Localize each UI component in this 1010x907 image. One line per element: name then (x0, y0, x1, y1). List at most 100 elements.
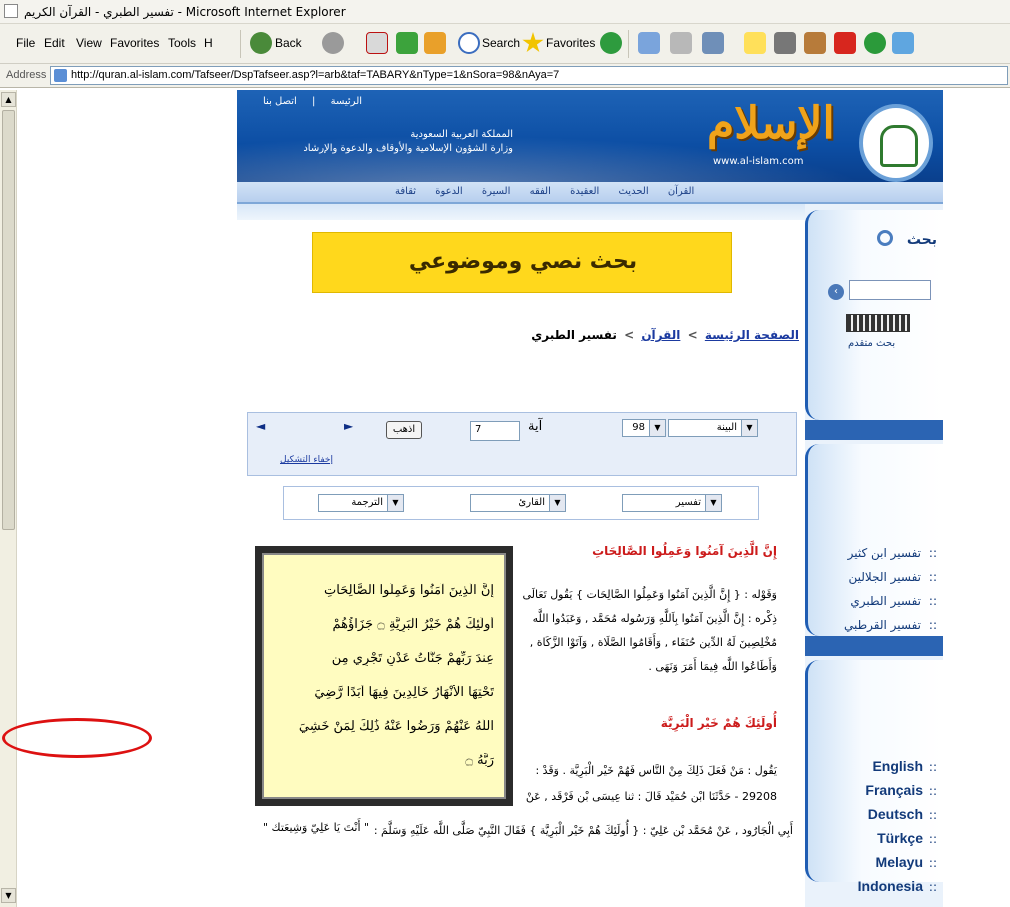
nav-dawa[interactable]: الدعوة (435, 186, 462, 197)
tafsir-ibn-kathir-link[interactable]: تفسير ابن كثير (848, 546, 921, 560)
breadcrumb-quran[interactable]: القرآن (641, 328, 680, 342)
notes-icon[interactable] (744, 32, 766, 54)
menu-file[interactable]: File (16, 36, 35, 50)
stop-icon[interactable] (366, 32, 388, 54)
reciter-select[interactable]: القارئ ▼ (470, 494, 566, 512)
site-logo-url: www.al-islam.com (713, 156, 804, 167)
download-icon[interactable] (834, 32, 856, 54)
scroll-up-arrow-icon[interactable]: ▲ (1, 92, 16, 107)
home-icon[interactable] (424, 32, 446, 54)
nav-quran[interactable]: القرآن (668, 186, 695, 197)
reciter-value: القارئ (518, 497, 545, 508)
messenger-icon[interactable] (864, 32, 886, 54)
chevron-down-icon[interactable]: ▼ (387, 495, 403, 511)
sura-number-select[interactable]: 98 ▼ (622, 419, 666, 437)
tafsir-qurtubi-link[interactable]: تفسير القرطبي (844, 618, 921, 632)
back-button-label[interactable]: Back (275, 36, 302, 50)
keyboard-icon[interactable] (846, 314, 910, 332)
vertical-scrollbar[interactable]: ▲ ▼ (0, 90, 17, 907)
lang-turkish-link[interactable]: Türkçe (877, 830, 923, 846)
lang-english-link[interactable]: English (872, 758, 923, 774)
breadcrumb-home[interactable]: الصفحة الرئيسة (705, 328, 799, 342)
sidebar-gap (805, 420, 943, 440)
ministry-line-2: وزارة الشؤون الإسلامية والأوقاف والدعوة … (303, 143, 513, 154)
menu-view[interactable]: View (76, 36, 102, 50)
address-url[interactable]: http://quran.al-islam.com/Tafseer/DspTaf… (71, 69, 559, 81)
nav-hadith[interactable]: الحديث (618, 186, 648, 197)
ministry-name: المملكة العربية السعودية وزارة الشؤون ال… (253, 128, 513, 156)
edit-icon[interactable] (702, 32, 724, 54)
chevron-down-icon[interactable]: ▼ (705, 495, 721, 511)
toplink-separator: | (312, 96, 316, 107)
lang-indonesian-link[interactable]: Indonesia (858, 878, 923, 894)
quran-line: إِنَّ الَّذِينَ آمَنُوا وَعَمِلُوا الصَّ… (324, 583, 494, 598)
nav-fiqh[interactable]: الفقه (530, 186, 551, 197)
contact-link[interactable]: اتصل بنا (263, 96, 297, 107)
go-button[interactable]: اذهب (386, 421, 422, 439)
hide-diacritics-link[interactable]: إخفاء التشكيل (280, 455, 333, 465)
nav-aqida[interactable]: العقيدة (570, 186, 599, 197)
search-go-icon[interactable]: ‹ (828, 284, 844, 300)
verse-heading: أُولَئِكَ هُمْ خَيْر الْبَرِيَّة (660, 716, 777, 730)
chevron-down-icon[interactable]: ▼ (549, 495, 565, 511)
nav-culture[interactable]: ثقافة (395, 186, 416, 197)
mail-icon[interactable] (638, 32, 660, 54)
prev-aya-arrow-icon[interactable]: ◄ (256, 419, 265, 433)
languages-panel: :: English :: Français :: Deutsch :: Tür… (805, 660, 943, 894)
site-search-input[interactable] (849, 280, 931, 300)
favorites-star-icon[interactable] (522, 32, 544, 53)
tafsir-line: وَقَوْله : { إِنَّ الَّذِينَ آمَنُوا وَع… (522, 588, 777, 601)
aya-label: آية (528, 419, 543, 434)
hand-icon[interactable] (774, 32, 796, 54)
aya-number-input[interactable]: 7 (470, 421, 520, 441)
research-icon[interactable] (804, 32, 826, 54)
tafsir-panel: :: تفسير ابن كثير :: تفسير الجلالين :: ت… (805, 444, 943, 636)
nav-sira[interactable]: السيرة (482, 186, 511, 197)
chevron-down-icon[interactable]: ▼ (741, 420, 757, 436)
lang-french-link[interactable]: Français (865, 782, 923, 798)
sidebar-gap (805, 636, 943, 656)
translation-select[interactable]: الترجمة ▼ (318, 494, 404, 512)
tafsir-line: ذِكْره : إِنَّ الَّذِينَ آمَنُوا بِاَللَ… (532, 612, 777, 625)
scroll-thumb[interactable] (2, 110, 15, 530)
breadcrumb-separator: > (687, 328, 698, 342)
forward-icon[interactable] (322, 32, 344, 54)
next-aya-arrow-icon[interactable]: ► (344, 419, 353, 433)
tafsir-line: يَقُول : مَنْ فَعَلَ ذَلِكَ مِنْ النَّاس… (535, 764, 777, 777)
search-ad-banner[interactable]: بحث نصي وموضوعي (312, 232, 732, 293)
site-logo-text[interactable]: الإسلام (707, 98, 835, 149)
right-sidebar: بحث ‹ بحث متقدم :: تفسير ابن كثير :: تفس… (805, 204, 943, 907)
search-icon[interactable] (458, 32, 480, 54)
back-icon[interactable] (250, 32, 272, 54)
address-input[interactable]: http://quran.al-islam.com/Tafseer/DspTaf… (50, 66, 1008, 85)
lang-malay-link[interactable]: Melayu (876, 854, 923, 870)
tafsir-jalalayn-link[interactable]: تفسير الجلالين (849, 570, 921, 584)
print-icon[interactable] (670, 32, 692, 54)
history-icon[interactable] (600, 32, 622, 54)
lang-german-link[interactable]: Deutsch (868, 806, 923, 822)
advanced-search-link[interactable]: بحث متقدم (848, 338, 895, 349)
address-bar: Address http://quran.al-islam.com/Tafsee… (0, 64, 1010, 88)
breadcrumb-current: تفسير الطبري (531, 328, 617, 342)
quran-text-frame: إِنَّ الَّذِينَ آمَنُوا وَعَمِلُوا الصَّ… (255, 546, 513, 806)
menu-tools[interactable]: Tools (168, 36, 196, 50)
chevron-down-icon[interactable]: ▼ (649, 420, 665, 436)
sura-number-value: 98 (632, 422, 645, 433)
aya-selector-panel: ◄ ► اذهب 7 آية 98 ▼ البينة ▼ إخفاء التشك… (247, 412, 797, 476)
menu-edit[interactable]: Edit (44, 36, 65, 50)
refresh-icon[interactable] (396, 32, 418, 54)
tafsir-tabari-link[interactable]: تفسير الطبري (850, 594, 921, 608)
home-link[interactable]: الرئيسة (331, 96, 362, 107)
menu-help[interactable]: H (204, 36, 213, 50)
favorites-button-label[interactable]: Favorites (546, 36, 595, 50)
tafsir-select[interactable]: تفسير ▼ (622, 494, 722, 512)
magnifier-icon[interactable] (877, 230, 893, 246)
site-banner: الرئيسة | اتصل بنا المملكة العربية السعو… (237, 90, 943, 182)
people-icon[interactable] (892, 32, 914, 54)
sura-name-select[interactable]: البينة ▼ (668, 419, 758, 437)
search-button-label[interactable]: Search (482, 36, 520, 50)
scroll-down-arrow-icon[interactable]: ▼ (1, 888, 16, 903)
menu-favorites[interactable]: Favorites (110, 36, 159, 50)
ad-banner-text: بحث نصي وموضوعي (408, 249, 638, 274)
highlighted-quote: " أَنْتَ يَا عَلِيّ وَشِيعَتك " (263, 821, 370, 834)
